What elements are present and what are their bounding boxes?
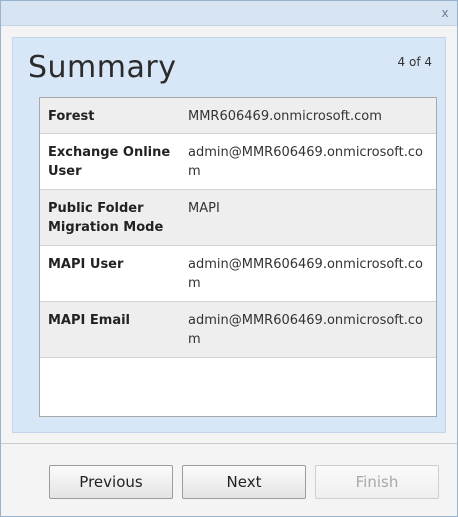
row-value: MMR606469.onmicrosoft.com <box>188 109 382 124</box>
table-row: Exchange Online User admin@MMR606469.onm… <box>40 134 436 190</box>
row-label: MAPI Email <box>48 313 130 328</box>
close-icon[interactable]: x <box>437 5 453 21</box>
table-row: MAPI User admin@MMR606469.onmicrosoft.co… <box>40 246 436 302</box>
table-row: MAPI Email admin@MMR606469.onmicrosoft.c… <box>40 302 436 358</box>
page-indicator: 4 of 4 <box>397 55 432 69</box>
row-label: Forest <box>48 109 95 124</box>
row-value: admin@MMR606469.onmicrosoft.com <box>188 257 423 291</box>
finish-button[interactable]: Finish <box>315 465 439 499</box>
summary-table: Forest MMR606469.onmicrosoft.com Exchang… <box>39 97 437 417</box>
wizard-window: x Summary 4 of 4 Forest MMR606469.onmicr… <box>0 0 458 517</box>
row-label: Public Folder Migration Mode <box>48 201 164 235</box>
title-bar: x <box>1 1 457 26</box>
row-value: admin@MMR606469.onmicrosoft.com <box>188 145 423 179</box>
row-value: admin@MMR606469.onmicrosoft.com <box>188 313 423 347</box>
page-title: Summary <box>28 50 177 85</box>
row-value: MAPI <box>188 201 220 216</box>
row-label: MAPI User <box>48 257 124 272</box>
table-row: Public Folder Migration Mode MAPI <box>40 190 436 246</box>
next-button[interactable]: Next <box>182 465 306 499</box>
row-label: Exchange Online User <box>48 145 171 179</box>
table-row: Forest MMR606469.onmicrosoft.com <box>40 98 436 134</box>
previous-button[interactable]: Previous <box>49 465 173 499</box>
